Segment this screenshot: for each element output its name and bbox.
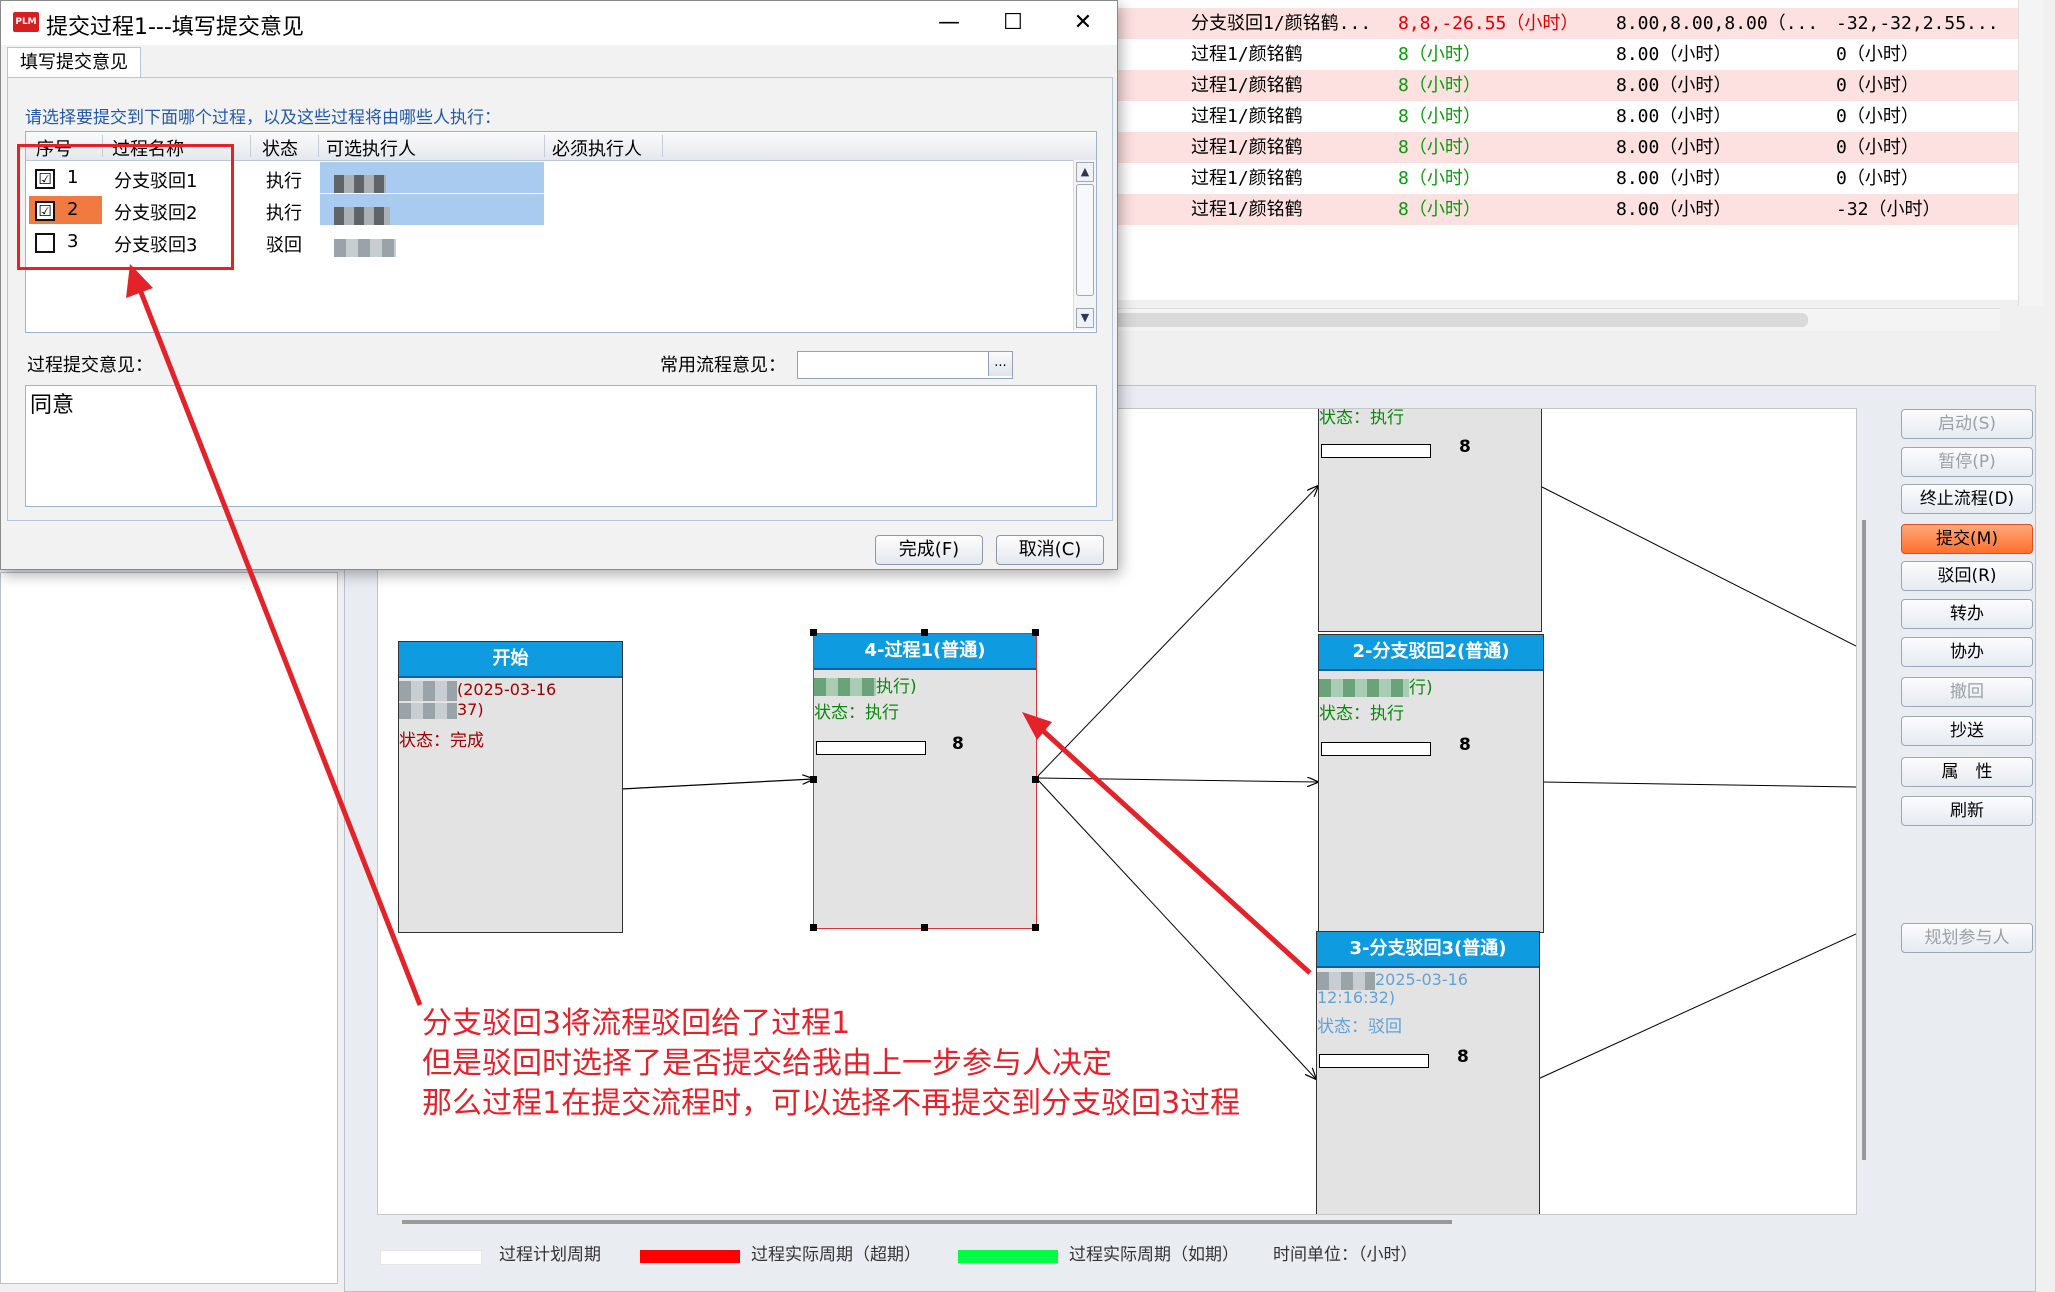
annotation-arrow-to-list [134, 281, 423, 1006]
annotation-text: 分支驳回3将流程驳回给了过程1 但是驳回时选择了是否提交给我由上一步参与人决定 … [422, 1004, 1240, 1124]
annotation-line-3: 那么过程1在提交流程时，可以选择不再提交到分支驳回3过程 [422, 1086, 1241, 1121]
annotation-arrow-to-process1 [1038, 726, 1312, 975]
annotation-line-2: 但是驳回时选择了是否提交给我由上一步参与人决定 [422, 1046, 1112, 1081]
annotation-arrowhead [126, 264, 153, 298]
annotation-line-1: 分支驳回3将流程驳回给了过程1 [422, 1006, 851, 1041]
